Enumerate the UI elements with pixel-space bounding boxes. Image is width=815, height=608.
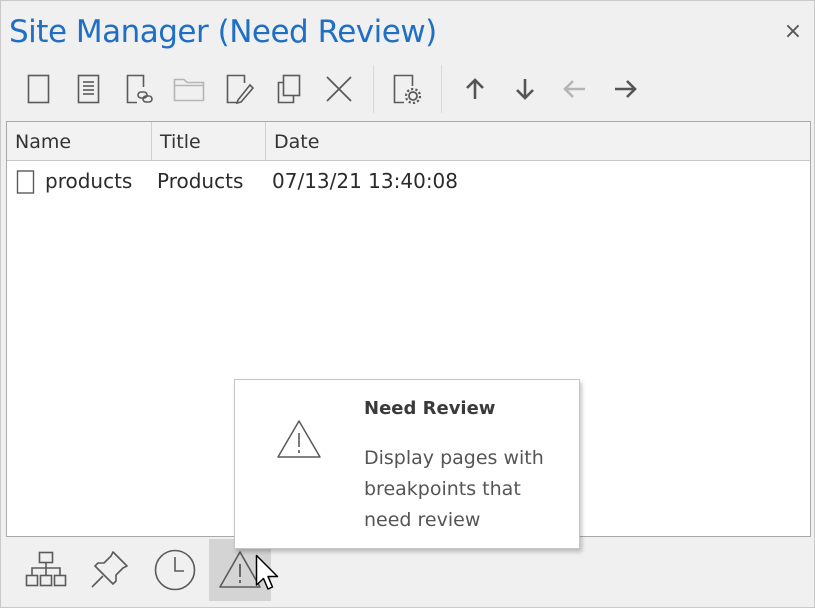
recent-view-button[interactable] — [144, 539, 206, 601]
delete-button[interactable] — [321, 69, 357, 109]
window-title: Site Manager (Need Review) — [9, 14, 437, 50]
table-row[interactable]: products Products 07/13/21 13:40:08 — [7, 164, 810, 198]
row-name: products — [45, 169, 133, 193]
mouse-cursor-icon — [255, 554, 279, 590]
rename-icon — [226, 74, 255, 105]
pin-icon — [91, 551, 128, 588]
clock-icon — [154, 549, 196, 591]
toolbar — [13, 63, 803, 117]
site-manager-window: Site Manager (Need Review) × Name Title … — [0, 0, 815, 608]
move-left-icon — [563, 80, 585, 98]
duplicate-button[interactable] — [271, 69, 307, 109]
new-page-button[interactable] — [21, 69, 57, 109]
move-up-icon — [466, 78, 484, 99]
toolbar-separator — [373, 65, 374, 113]
move-right-icon — [615, 80, 637, 98]
warning-icon — [277, 420, 321, 458]
column-header-name[interactable]: Name — [7, 122, 152, 160]
column-header-date[interactable]: Date — [266, 122, 810, 160]
row-title: Products — [157, 169, 244, 193]
row-date: 07/13/21 13:40:08 — [272, 169, 459, 193]
new-page-icon — [27, 74, 50, 104]
move-down-icon — [516, 79, 534, 100]
rename-button[interactable] — [221, 69, 257, 109]
page-icon — [16, 170, 35, 194]
column-header-title[interactable]: Title — [152, 122, 266, 160]
pinned-view-button[interactable] — [78, 539, 140, 601]
site-map-view-button[interactable] — [15, 539, 77, 601]
new-folder-button[interactable] — [171, 69, 207, 109]
page-settings-icon — [393, 74, 422, 105]
list-header: Name Title Date — [7, 122, 810, 161]
move-down-button[interactable] — [507, 69, 543, 109]
new-folder-icon — [173, 78, 205, 102]
close-button[interactable]: × — [782, 21, 804, 43]
view-selector-bar — [1, 539, 814, 607]
title-bar: Site Manager (Need Review) × — [1, 1, 814, 63]
site-map-icon — [25, 551, 67, 587]
new-document-icon — [77, 74, 100, 104]
new-link-button[interactable] — [121, 69, 157, 109]
move-up-button[interactable] — [457, 69, 493, 109]
tooltip-title: Need Review — [364, 398, 496, 419]
page-settings-button[interactable] — [389, 69, 425, 109]
tooltip-description: Display pages with breakpoints that need… — [364, 447, 544, 531]
toolbar-separator — [441, 65, 442, 113]
delete-icon — [326, 76, 352, 102]
new-link-icon — [126, 74, 153, 104]
duplicate-icon — [277, 74, 301, 104]
new-document-button[interactable] — [71, 69, 107, 109]
move-left-button[interactable] — [557, 69, 593, 109]
need-review-tooltip: Need Review Display pages with breakpoin… — [234, 379, 580, 549]
move-right-button[interactable] — [607, 69, 643, 109]
